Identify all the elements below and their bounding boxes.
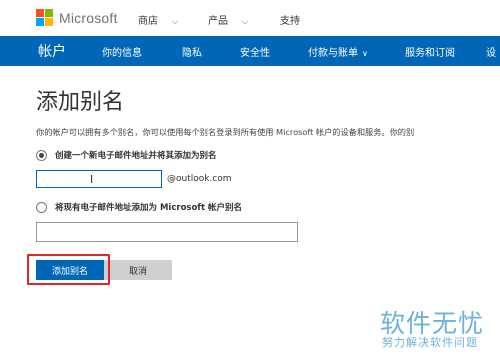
- topnav-store[interactable]: 商店 ⌵: [138, 12, 178, 27]
- existing-email-input[interactable]: [36, 222, 298, 242]
- brand-name: Microsoft: [59, 9, 118, 26]
- nav-services-subscriptions[interactable]: 服务和订阅: [405, 44, 455, 59]
- topnav-products-label: 产品: [208, 16, 228, 27]
- option-existing-email-label: 将现有电子邮件地址添加为 Microsoft 帐户别名: [55, 203, 243, 213]
- highlight-box: [27, 254, 110, 285]
- account-nav-bar: 帐户 你的信息 隐私 安全性 付款与账单 ∨ 服务和订阅 设: [0, 36, 500, 66]
- top-header: Microsoft 商店 ⌵ 产品 ⌵ 支持: [0, 0, 500, 36]
- option-existing-email[interactable]: 将现有电子邮件地址添加为 Microsoft 帐户别名: [36, 201, 242, 213]
- nav-your-info[interactable]: 你的信息: [102, 44, 142, 59]
- watermark-subtitle: 努力解决软件问题: [382, 336, 478, 349]
- cancel-button[interactable]: 取消: [104, 260, 172, 280]
- nav-payment-billing[interactable]: 付款与账单 ∨: [308, 44, 368, 59]
- page-description: 你的帐户可以拥有多个别名，你可以使用每个别名登录到所有使用 Microsoft …: [36, 127, 415, 137]
- email-domain-suffix: @outlook.com: [167, 174, 232, 184]
- account-home-link[interactable]: 帐户: [38, 41, 66, 61]
- radio-button-selected[interactable]: [36, 149, 47, 161]
- text-cursor-icon: I: [90, 173, 94, 186]
- nav-settings[interactable]: 设: [486, 44, 496, 59]
- topnav-support[interactable]: 支持: [280, 12, 300, 27]
- chevron-down-icon: ⌵: [242, 16, 249, 26]
- microsoft-logo[interactable]: Microsoft: [36, 9, 118, 26]
- nav-payment-billing-label: 付款与账单: [308, 48, 358, 59]
- topnav-support-label: 支持: [280, 16, 300, 27]
- nav-privacy[interactable]: 隐私: [182, 44, 202, 59]
- chevron-down-icon: ∨: [362, 49, 368, 58]
- topnav-products[interactable]: 产品 ⌵: [208, 12, 248, 27]
- radio-button[interactable]: [36, 201, 47, 213]
- topnav-store-label: 商店: [138, 16, 158, 27]
- chevron-down-icon: ⌵: [172, 16, 179, 26]
- microsoft-logo-icon: [36, 9, 53, 26]
- new-email-input[interactable]: I: [36, 170, 162, 188]
- option-create-new-email[interactable]: 创建一个新电子邮件地址并将其添加为别名: [36, 149, 217, 161]
- page-title: 添加别名: [36, 90, 125, 115]
- option-create-new-email-label: 创建一个新电子邮件地址并将其添加为别名: [55, 151, 217, 161]
- nav-security[interactable]: 安全性: [240, 44, 270, 59]
